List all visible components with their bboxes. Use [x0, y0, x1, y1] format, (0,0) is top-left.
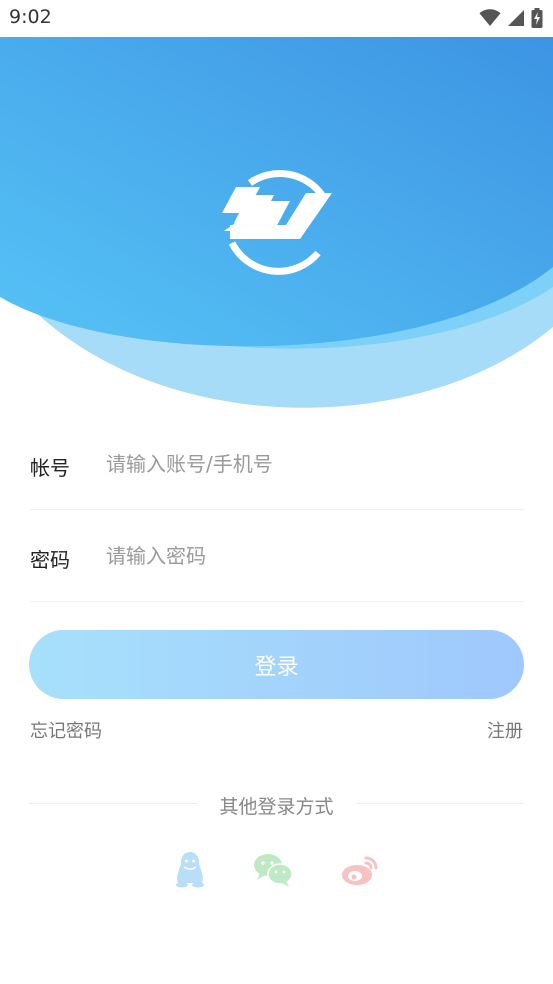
signal-icon: [508, 10, 524, 26]
status-bar: 9:02: [0, 0, 553, 37]
password-row: 密码: [30, 511, 524, 602]
password-input[interactable]: [104, 535, 508, 577]
wifi-icon: [479, 9, 501, 27]
forgot-password-link[interactable]: 忘记密码: [30, 717, 102, 743]
battery-charging-icon: [531, 8, 543, 28]
account-label: 帐号: [30, 456, 70, 480]
account-row: 帐号: [30, 419, 524, 510]
wechat-icon[interactable]: [253, 850, 293, 890]
login-button[interactable]: 登录: [29, 630, 524, 699]
divider-right: [356, 803, 524, 804]
status-icons: [479, 8, 543, 28]
status-time: 9:02: [9, 6, 52, 28]
qq-icon[interactable]: [170, 850, 210, 890]
app-logo: [222, 170, 332, 275]
account-input[interactable]: [104, 443, 508, 485]
password-label: 密码: [30, 548, 70, 572]
weibo-icon[interactable]: [340, 850, 380, 890]
register-link[interactable]: 注册: [487, 717, 523, 743]
other-login-title: 其他登录方式: [219, 796, 334, 818]
